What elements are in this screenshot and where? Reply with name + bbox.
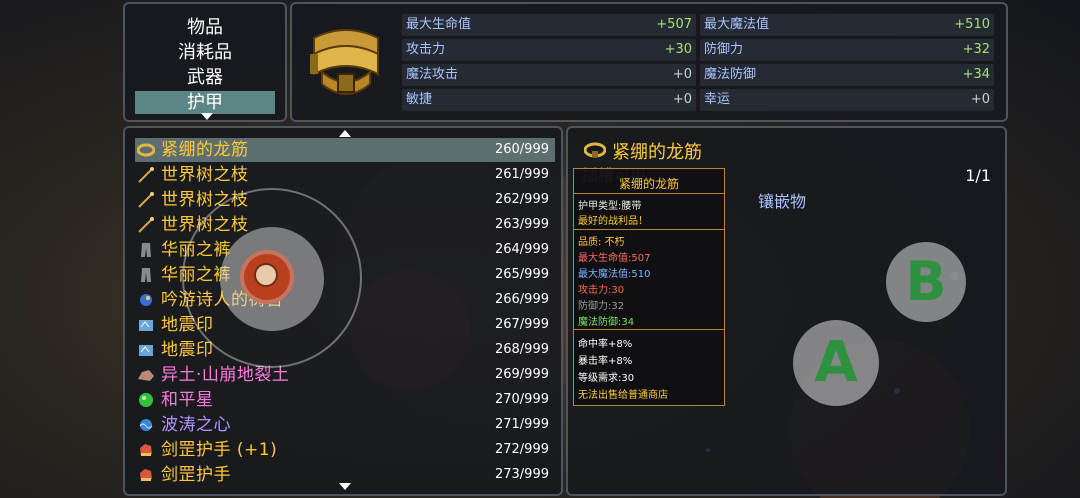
item-name: 世界树之枝 xyxy=(161,165,249,185)
tooltip-line: 命中率+8% xyxy=(578,339,633,350)
stat-row: 防御力 +32 xyxy=(700,39,994,61)
category-tab-4[interactable]: 护甲 xyxy=(135,91,275,114)
pants-icon xyxy=(141,243,151,257)
inventory-row[interactable]: 剑罡护手 (+1) 272/999 xyxy=(135,438,555,462)
amulet-icon xyxy=(140,294,152,306)
scroll-up-arrow-icon[interactable] xyxy=(339,130,351,137)
item-quantity: 264/999 xyxy=(494,242,549,257)
stat-row: 最大生命值 +507 xyxy=(402,14,696,36)
stat-label: 敏捷 xyxy=(406,92,433,107)
wave-icon xyxy=(139,419,153,431)
item-quantity: 260/999 xyxy=(494,142,549,157)
tooltip-line: 最大生命值:507 xyxy=(578,253,651,264)
inventory-row[interactable]: 和平星 270/999 xyxy=(135,388,555,412)
item-name: 和平星 xyxy=(161,390,214,410)
b-button[interactable]: B xyxy=(886,242,966,322)
item-quantity: 271/999 xyxy=(494,417,549,432)
inventory-row[interactable]: 异土·山崩地裂土 269/999 xyxy=(135,363,555,387)
category-tab-2[interactable]: 消耗品 xyxy=(135,41,275,64)
category-down-arrow-icon[interactable] xyxy=(201,113,213,120)
branch-icon xyxy=(138,217,154,233)
belt-icon xyxy=(584,142,606,158)
item-name: 剑罡护手 (+1) xyxy=(161,440,278,460)
item-name: 波涛之心 xyxy=(161,415,231,435)
item-quantity: 262/999 xyxy=(494,192,549,207)
belt-icon xyxy=(310,29,379,95)
stat-value: +507 xyxy=(656,17,692,32)
item-quantity: 270/999 xyxy=(494,392,549,407)
inventory-row[interactable]: 地震印 268/999 xyxy=(135,338,555,362)
stat-value: +0 xyxy=(672,92,692,107)
detail-title: 紧绷的龙筋 xyxy=(612,142,702,163)
category-tab-1[interactable]: 物品 xyxy=(135,16,275,39)
stat-row: 魔法攻击 +0 xyxy=(402,64,696,86)
item-name: 紧绷的龙筋 xyxy=(161,140,249,160)
tooltip-line: 品质: 不朽 xyxy=(578,237,625,248)
tooltip-line: 护甲类型:腰带 xyxy=(578,201,642,212)
tooltip-line: 最大魔法值:510 xyxy=(578,269,651,280)
stat-value: +30 xyxy=(664,42,692,57)
stat-row: 攻击力 +30 xyxy=(402,39,696,61)
category-menu: 物品 消耗品 武器 护甲 xyxy=(123,2,287,122)
socket-label[interactable]: 镶嵌物 xyxy=(758,188,806,212)
item-tooltip: 紧绷的龙筋 护甲类型:腰带 最好的战利品！ 品质: 不朽最大生命值:507 最大魔法… xyxy=(573,168,725,406)
item-name: 地震印 xyxy=(161,340,214,360)
inventory-row[interactable]: 紧绷的龙筋 260/999 xyxy=(135,138,555,162)
rune-icon xyxy=(139,320,153,331)
inventory-row[interactable]: 世界树之枝 262/999 xyxy=(135,188,555,212)
stat-label: 防御力 xyxy=(704,42,744,57)
item-quantity: 268/999 xyxy=(494,342,549,357)
stat-label: 攻击力 xyxy=(406,42,446,57)
tooltip-line: 防御力:32 xyxy=(578,301,625,312)
stat-label: 魔法防御 xyxy=(704,67,757,82)
stat-value: +0 xyxy=(970,92,990,107)
stat-value: +34 xyxy=(962,67,990,82)
stat-label: 魔法攻击 xyxy=(406,67,459,82)
item-quantity: 263/999 xyxy=(494,217,549,232)
item-quantity: 269/999 xyxy=(494,367,549,382)
pants-icon xyxy=(141,268,151,282)
item-quantity: 266/999 xyxy=(494,292,549,307)
stat-row: 幸运 +0 xyxy=(700,89,994,111)
item-quantity: 273/999 xyxy=(494,467,549,482)
character-face-icon xyxy=(254,263,278,287)
rock-icon xyxy=(138,370,154,381)
page-indicator: 1/1 xyxy=(965,166,991,185)
stat-label: 幸运 xyxy=(704,92,731,107)
tooltip-title: 紧绷的龙筋 xyxy=(618,177,679,191)
stat-label: 最大魔法值 xyxy=(704,17,770,32)
inventory-row[interactable]: 波涛之心 271/999 xyxy=(135,413,555,437)
inventory-row[interactable]: 世界树之枝 261/999 xyxy=(135,163,555,187)
inventory-row[interactable]: 剑罡护手 273/999 xyxy=(135,463,555,487)
stat-value: +0 xyxy=(672,67,692,82)
branch-icon xyxy=(138,167,154,183)
tooltip-line: 魔法防御:34 xyxy=(578,317,635,328)
stat-label: 最大生命值 xyxy=(406,17,472,32)
a-button[interactable]: A xyxy=(793,320,879,406)
item-quantity: 267/999 xyxy=(494,317,549,332)
item-quantity: 272/999 xyxy=(494,442,549,457)
category-tab-3[interactable]: 武器 xyxy=(135,66,275,89)
item-quantity: 265/999 xyxy=(494,267,549,282)
tooltip-line: 等级需求:30 xyxy=(578,373,635,384)
stat-row: 敏捷 +0 xyxy=(402,89,696,111)
item-quantity: 261/999 xyxy=(494,167,549,182)
tooltip-line: 无法出售给普通商店 xyxy=(578,390,668,401)
tooltip-line: 攻击力:30 xyxy=(578,285,625,296)
stat-row: 魔法防御 +34 xyxy=(700,64,994,86)
belt-icon xyxy=(137,143,155,157)
stat-value: +32 xyxy=(962,42,990,57)
stat-value: +510 xyxy=(954,17,990,32)
tooltip-line: 最好的战利品！ xyxy=(578,216,648,227)
rune-icon xyxy=(139,345,153,356)
item-name: 剑罡护手 xyxy=(161,465,231,485)
green-orb-icon xyxy=(139,393,153,407)
tooltip-line: 暴击率+8% xyxy=(578,356,633,367)
stat-row: 最大魔法值 +510 xyxy=(700,14,994,36)
gauntlet-icon xyxy=(140,444,152,456)
branch-icon xyxy=(138,192,154,208)
gauntlet-icon xyxy=(140,469,152,481)
